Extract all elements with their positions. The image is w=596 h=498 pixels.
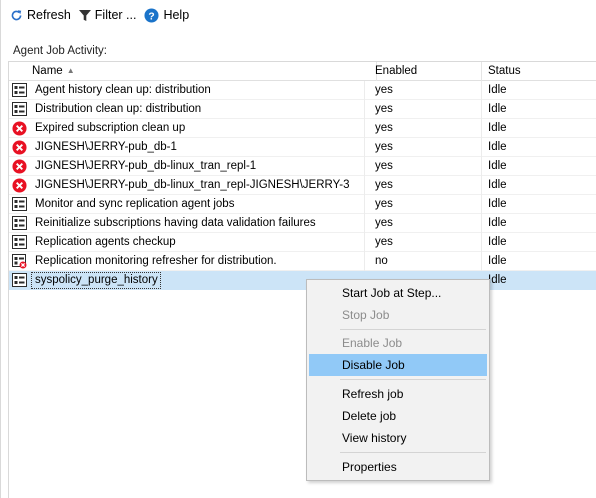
filter-icon (78, 9, 91, 21)
job-status: Idle (488, 255, 507, 267)
table-row[interactable]: Agent history clean up: distribution yes… (9, 81, 596, 100)
job-icon (12, 102, 28, 117)
job-name: Agent history clean up: distribution (35, 81, 365, 100)
menu-item-disable-job[interactable]: Disable Job (309, 354, 487, 376)
job-name: Replication monitoring refresher for dis… (35, 252, 365, 271)
grid-header: Name ▲ Enabled Status (9, 62, 596, 81)
table-row[interactable]: Monitor and sync replication agent jobs … (9, 195, 596, 214)
job-icon (12, 216, 28, 231)
jobs-grid: Name ▲ Enabled Status Agent history clean… (8, 61, 596, 498)
menu-item-refresh-job[interactable]: Refresh job (309, 383, 487, 405)
help-icon: ? (144, 7, 159, 23)
table-row[interactable]: JIGNESH\JERRY-pub_db-linux_tran_repl-1 y… (9, 157, 596, 176)
table-row-selected[interactable]: syspolicy_purge_history Idle (9, 271, 596, 290)
job-name: Monitor and sync replication agent jobs (35, 195, 365, 214)
table-row[interactable]: Expired subscription clean up yes Idle (9, 119, 596, 138)
job-status: Idle (488, 122, 507, 134)
job-name: JIGNESH\JERRY-pub_db-linux_tran_repl-1 (35, 157, 365, 176)
job-status: Idle (488, 179, 507, 191)
menu-item-properties[interactable]: Properties (309, 456, 487, 478)
job-icon (12, 273, 28, 288)
job-enabled: yes (369, 100, 482, 119)
job-status: Idle (488, 198, 507, 210)
refresh-button[interactable]: Refresh (6, 4, 75, 26)
window-edge (0, 0, 1, 498)
svg-text:?: ? (149, 11, 155, 22)
context-menu: Start Job at Step... Stop Job Enable Job… (306, 279, 490, 481)
error-icon (12, 121, 28, 136)
table-row[interactable]: Reinitialize subscriptions having data v… (9, 214, 596, 233)
job-enabled: yes (369, 233, 482, 252)
job-name: Distribution clean up: distribution (35, 100, 365, 119)
job-status: Idle (488, 236, 507, 248)
error-icon (12, 140, 28, 155)
menu-separator (340, 452, 486, 453)
job-icon (12, 235, 28, 250)
job-enabled: yes (369, 157, 482, 176)
job-rows: Agent history clean up: distribution yes… (9, 81, 596, 290)
toolbar: Refresh Filter ... ? Help (6, 4, 193, 26)
disabled-job-icon (12, 254, 28, 269)
job-enabled: yes (369, 119, 482, 138)
job-name: JIGNESH\JERRY-pub_db-1 (35, 138, 365, 157)
job-status: Idle (488, 274, 507, 286)
job-status: Idle (488, 217, 507, 229)
filter-button[interactable]: Filter ... (75, 4, 141, 26)
job-status: Idle (488, 103, 507, 115)
menu-separator (340, 379, 486, 380)
job-icon (12, 197, 28, 212)
help-button[interactable]: ? Help (140, 4, 193, 26)
table-row[interactable]: Replication monitoring refresher for dis… (9, 252, 596, 271)
job-enabled: yes (369, 195, 482, 214)
job-enabled: yes (369, 138, 482, 157)
table-row[interactable]: Replication agents checkup yes Idle (9, 233, 596, 252)
job-name: Reinitialize subscriptions having data v… (35, 214, 365, 233)
menu-item-stop-job[interactable]: Stop Job (309, 304, 487, 326)
error-icon (12, 159, 28, 174)
table-row[interactable]: JIGNESH\JERRY-pub_db-linux_tran_repl-JIG… (9, 176, 596, 195)
job-status: Idle (488, 84, 507, 96)
filter-label: Filter ... (94, 8, 137, 22)
section-label: Agent Job Activity: (13, 45, 107, 57)
job-enabled: yes (369, 214, 482, 233)
table-row[interactable]: Distribution clean up: distribution yes … (9, 100, 596, 119)
job-enabled: no (369, 252, 482, 271)
job-name: Expired subscription clean up (35, 119, 365, 138)
job-name: Replication agents checkup (35, 233, 365, 252)
menu-separator (340, 329, 486, 330)
job-activity-monitor: Refresh Filter ... ? Help Agent Job Acti… (0, 0, 596, 498)
refresh-icon (11, 9, 22, 20)
column-header-status[interactable]: Status (482, 62, 596, 81)
menu-item-start-job-at-step[interactable]: Start Job at Step... (309, 282, 487, 304)
column-name-label: Name (32, 65, 63, 77)
refresh-label: Refresh (27, 8, 71, 22)
menu-item-enable-job[interactable]: Enable Job (309, 332, 487, 354)
error-icon (12, 178, 28, 193)
sort-ascending-icon: ▲ (66, 66, 75, 75)
job-enabled: yes (369, 81, 482, 100)
job-icon (12, 83, 28, 98)
menu-item-delete-job[interactable]: Delete job (309, 405, 487, 427)
job-status: Idle (488, 160, 507, 172)
job-name: JIGNESH\JERRY-pub_db-linux_tran_repl-JIG… (35, 176, 365, 195)
column-header-name[interactable]: Name ▲ (27, 62, 377, 81)
help-label: Help (163, 8, 190, 22)
job-status: Idle (488, 141, 507, 153)
job-enabled: yes (369, 176, 482, 195)
column-header-enabled[interactable]: Enabled (369, 62, 482, 81)
table-row[interactable]: JIGNESH\JERRY-pub_db-1 yes Idle (9, 138, 596, 157)
menu-item-view-history[interactable]: View history (309, 427, 487, 449)
